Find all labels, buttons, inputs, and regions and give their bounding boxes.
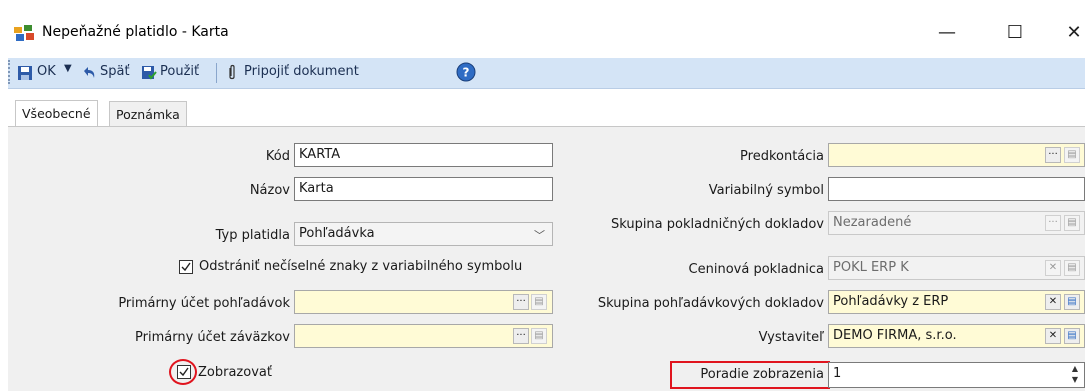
browse-button[interactable]: ··· [513, 294, 529, 310]
zobrazovat-checkbox[interactable] [177, 365, 191, 379]
chevron-down-icon: ﹀ [534, 229, 545, 242]
undo-icon [81, 65, 97, 85]
attach-document-button[interactable]: Pripojiť dokument [244, 64, 359, 79]
typ-platidla-label: Typ platidla [215, 228, 290, 243]
detail-icon: ▤ [1064, 147, 1080, 163]
poradie-label: Poradie zobrazenia [700, 367, 824, 382]
number-spinner[interactable]: ▲ ▼ [1068, 363, 1082, 387]
primarny-zav-label: Primárny účet záväzkov [135, 330, 290, 345]
kod-input[interactable]: KARTA [294, 143, 553, 167]
nazov-input[interactable]: Karta [294, 177, 553, 201]
primarny-pohl-label: Primárny účet pohľadávok [118, 296, 290, 311]
skupina-pokl-label: Skupina pokladničných dokladov [610, 217, 824, 232]
predkontacia-label: Predkontácia [740, 149, 824, 164]
nazov-label: Názov [249, 183, 290, 198]
varsym-label: Variabilný symbol [708, 183, 824, 198]
toolbar: OK ▼ Späť Použiť Pripojiť dokument ? [8, 58, 1085, 89]
apply-icon [141, 65, 157, 85]
save-icon [17, 65, 33, 85]
poradie-input[interactable]: 1 [828, 362, 1085, 388]
clear-icon: ✕ [1045, 260, 1061, 276]
detail-icon: ▤ [1064, 215, 1080, 231]
detail-icon: ▤ [531, 294, 547, 310]
remove-chars-label: Odstrániť nečíselné znaky z variabilného… [199, 259, 523, 274]
minimize-button[interactable]: — [925, 18, 969, 48]
varsym-input[interactable] [828, 177, 1085, 201]
clear-icon[interactable]: ✕ [1045, 328, 1061, 344]
zobrazovat-label: Zobrazovať [198, 365, 272, 380]
tab-vseobecne[interactable]: Všeobecné [15, 100, 98, 128]
browse-button: ··· [1045, 215, 1061, 231]
svg-text:?: ? [463, 66, 470, 80]
detail-icon[interactable]: ▤ [1064, 294, 1080, 310]
maximize-button[interactable]: ☐ [993, 18, 1037, 48]
paperclip-icon [226, 64, 238, 86]
browse-button[interactable]: ··· [1045, 147, 1061, 163]
detail-icon[interactable]: ▤ [1064, 328, 1080, 344]
kod-label: Kód [265, 149, 290, 164]
ok-button[interactable]: OK [37, 64, 56, 79]
ok-dropdown-icon[interactable]: ▼ [64, 63, 72, 74]
tab-poznamka[interactable]: Poznámka [109, 101, 187, 127]
clear-icon[interactable]: ✕ [1045, 294, 1061, 310]
back-button[interactable]: Späť [100, 64, 130, 79]
browse-button[interactable]: ··· [513, 328, 529, 344]
typ-platidla-select[interactable]: Pohľadávka ﹀ [294, 222, 553, 246]
typ-platidla-value: Pohľadávka [299, 226, 375, 241]
detail-icon: ▤ [531, 328, 547, 344]
close-button[interactable]: ✕ [1052, 18, 1085, 48]
window-title: Nepeňažné platidlo - Karta [42, 24, 229, 40]
remove-chars-checkbox[interactable] [179, 260, 193, 274]
app-icon [13, 24, 35, 42]
ceninova-label: Ceninová pokladnica [688, 262, 824, 277]
apply-button[interactable]: Použiť [160, 64, 199, 79]
help-icon[interactable]: ? [456, 62, 476, 86]
detail-icon: ▤ [1064, 260, 1080, 276]
toolbar-grip[interactable] [8, 60, 14, 84]
skupina-pohl-label: Skupina pohľadávkových dokladov [597, 296, 824, 311]
toolbar-separator [216, 63, 217, 83]
vystavitel-label: Vystaviteľ [758, 330, 824, 345]
